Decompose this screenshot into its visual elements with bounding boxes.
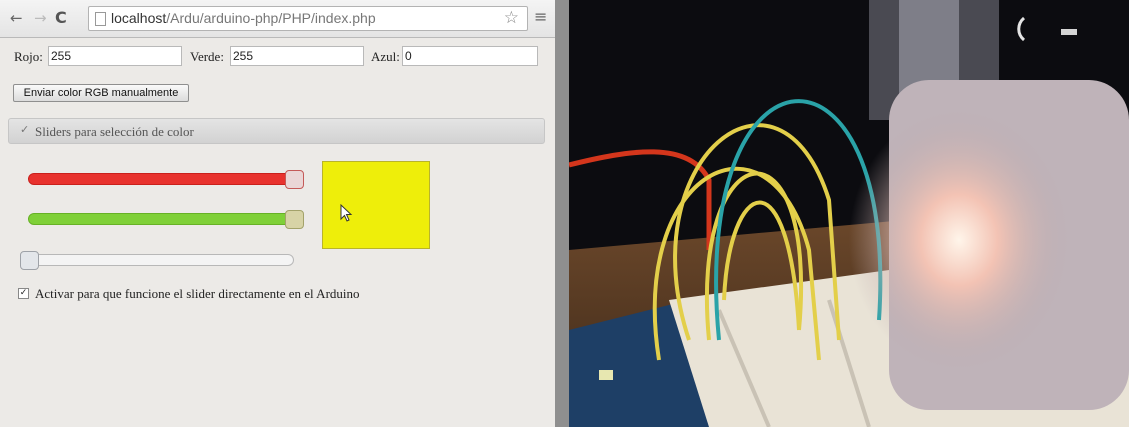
azul-label: Azul:	[371, 49, 400, 64]
arduino-live-label: Activar para que funcione el slider dire…	[35, 286, 360, 301]
rojo-label: Rojo:	[14, 49, 43, 64]
accordion-check-icon: ✓	[20, 123, 30, 136]
red-slider-handle[interactable]	[285, 170, 304, 189]
red-slider[interactable]	[28, 170, 304, 189]
green-slider-handle[interactable]	[285, 210, 304, 229]
page-content: Rojo: 255 Verde: 255 Azul: 0 Enviar colo…	[0, 38, 555, 427]
rgb-inputs-row: Rojo: 255 Verde: 255 Azul: 0	[0, 46, 555, 68]
page-icon	[95, 12, 106, 26]
verde-label: Verde:	[190, 49, 224, 64]
forward-button[interactable]: →	[34, 9, 47, 27]
url-path: /Ardu/arduino-php/PHP/index.php	[166, 10, 376, 26]
verde-input[interactable]: 255	[230, 46, 364, 66]
url-text: localhost/Ardu/arduino-php/PHP/index.php	[111, 10, 376, 26]
blue-slider-handle[interactable]	[20, 251, 39, 270]
back-button[interactable]: ←	[10, 9, 23, 27]
blue-slider[interactable]	[20, 251, 294, 270]
color-preview-swatch	[322, 161, 430, 249]
browser-toolbar: ← → C localhost/Ardu/arduino-php/PHP/ind…	[0, 0, 555, 38]
azul-input[interactable]: 0	[402, 46, 538, 66]
address-bar[interactable]: localhost/Ardu/arduino-php/PHP/index.php…	[88, 6, 528, 31]
browser-window: ← → C localhost/Ardu/arduino-php/PHP/ind…	[0, 0, 555, 427]
arduino-photo	[569, 0, 1129, 427]
arduino-live-checkbox[interactable]: ✓	[18, 288, 29, 299]
window-divider	[555, 0, 569, 427]
accordion-title: Sliders para selección de color	[35, 124, 194, 139]
reload-button[interactable]: C	[55, 9, 67, 27]
sliders-accordion-header[interactable]: ✓ Sliders para selección de color	[8, 118, 545, 144]
url-host: localhost	[111, 10, 167, 26]
rojo-input[interactable]: 255	[48, 46, 182, 66]
browser-menu-icon[interactable]: ≡	[534, 9, 547, 25]
green-slider[interactable]	[28, 210, 304, 229]
send-rgb-button[interactable]: Enviar color RGB manualmente	[13, 84, 189, 102]
mouse-cursor-icon	[340, 204, 353, 222]
bookmark-star-icon[interactable]: ☆	[504, 8, 519, 28]
arduino-camera-view	[569, 0, 1129, 427]
